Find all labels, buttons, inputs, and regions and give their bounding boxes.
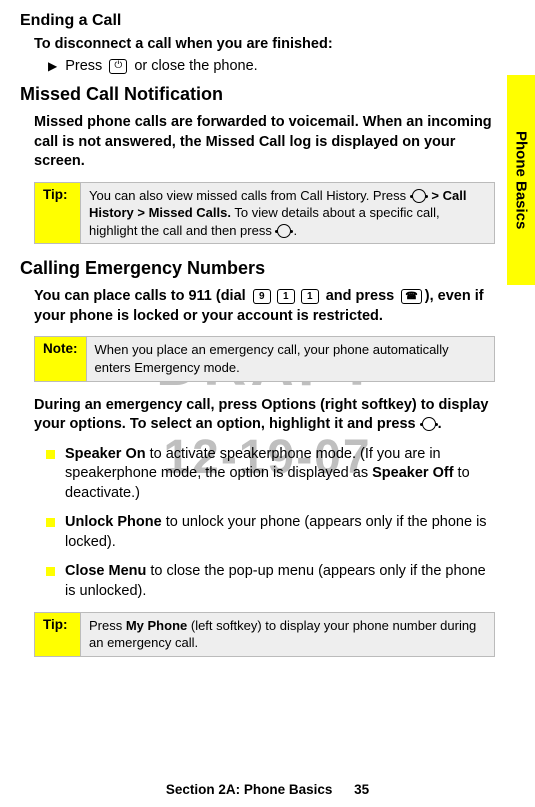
digit-key-icon: 1 [301,289,319,304]
note-body: When you place an emergency call, your p… [87,337,495,380]
options-label: Options [261,397,316,413]
talk-key-icon: ☎ [401,289,421,304]
tip-label: Tip: [35,613,81,656]
list-item: Unlock Phone to unlock your phone (appea… [46,513,495,552]
digit-key-icon: 1 [277,289,295,304]
nav-key-icon [422,417,436,431]
during-1: During an emergency call, press [34,397,261,413]
square-bullet-icon [46,518,55,527]
ending-action-prefix: Press [65,58,106,74]
footer-section: Section 2A: Phone Basics [166,782,333,797]
section-tab: Phone Basics [507,75,535,285]
tip-callout-1: Tip: You can also view missed calls from… [34,182,495,245]
item-lead: Close Menu [65,563,146,579]
nav-key-icon [277,224,291,238]
nav-key-icon [412,189,426,203]
tip2-prefix: Press [89,618,126,633]
emergency-prefix: You can place calls to 911 (dial [34,288,250,304]
list-item: Close Menu to close the pop-up menu (app… [46,562,495,601]
emergency-mid: and press [322,288,399,304]
tip-body: Press My Phone (left softkey) to display… [81,613,494,656]
options-list: Speaker On to activate speakerphone mode… [46,445,495,602]
heading-ending-call: Ending a Call [20,12,495,30]
section-tab-label: Phone Basics [513,131,530,229]
heading-emergency: Calling Emergency Numbers [20,258,495,279]
triangle-bullet-icon: ▶ [48,59,57,73]
ending-action: ▶ Press ⏻ or close the phone. [48,58,495,74]
page-footer: Section 2A: Phone Basics 35 [0,782,535,797]
ending-instruction: To disconnect a call when you are finish… [34,36,495,52]
tip-label: Tip: [35,183,81,244]
item-bold2: Speaker Off [372,465,453,481]
page-number: 35 [354,782,369,797]
emergency-body: You can place calls to 911 (dial 911 and… [34,287,495,326]
during-3: . [438,416,442,432]
tip2-bold: My Phone [126,618,187,633]
tip-body: You can also view missed calls from Call… [81,183,494,244]
tip1-text1: You can also view missed calls from Call… [89,188,410,203]
end-key-icon: ⏻ [109,59,127,74]
note-callout: Note: When you place an emergency call, … [34,336,495,381]
square-bullet-icon [46,450,55,459]
tip1-arrow: > [428,188,443,203]
note-label: Note: [35,337,87,380]
item-lead: Speaker On [65,446,146,462]
tip-callout-2: Tip: Press My Phone (left softkey) to di… [34,612,495,657]
ending-action-suffix: or close the phone. [130,58,257,74]
square-bullet-icon [46,567,55,576]
during-call-body: During an emergency call, press Options … [34,396,495,435]
list-item: Speaker On to activate speakerphone mode… [46,445,495,504]
item-lead: Unlock Phone [65,514,162,530]
missed-call-body: Missed phone calls are forwarded to voic… [34,113,495,172]
digit-key-icon: 9 [253,289,271,304]
heading-missed-call: Missed Call Notification [20,84,495,105]
